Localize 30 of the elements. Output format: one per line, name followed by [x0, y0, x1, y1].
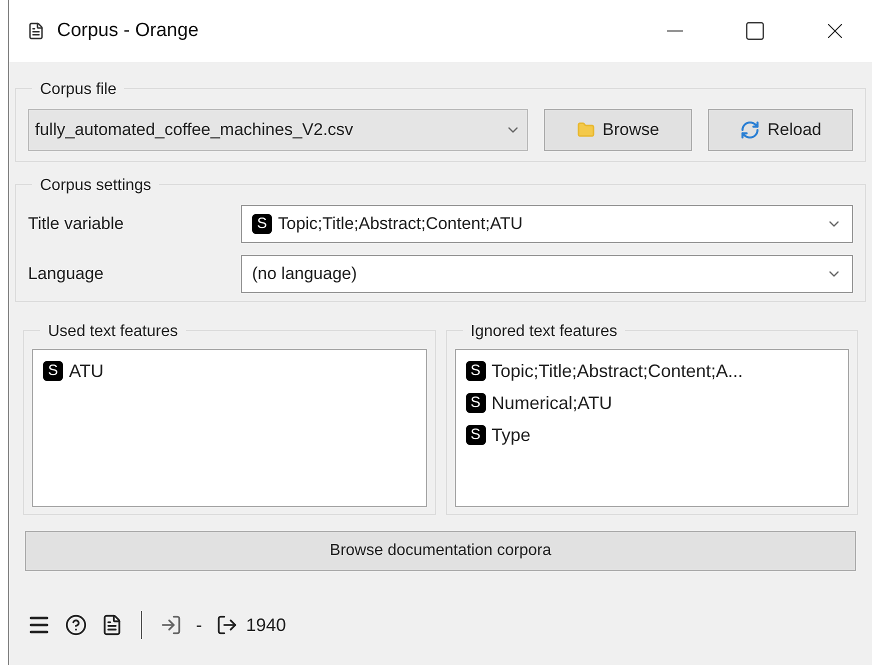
string-type-badge: S — [466, 361, 486, 381]
report-icon[interactable] — [101, 614, 123, 636]
field-label: Language — [28, 263, 105, 286]
feature-list[interactable]: S ATU — [32, 349, 426, 507]
file-combobox[interactable]: fully_automated_coffee_machines_V2.csv — [28, 109, 528, 151]
maximize-icon[interactable] — [744, 20, 766, 42]
app-icon — [27, 22, 45, 40]
string-type-badge: S — [43, 361, 63, 381]
help-icon[interactable] — [65, 614, 87, 636]
folder-icon — [576, 120, 595, 140]
string-type-badge: S — [466, 425, 486, 445]
feature-item[interactable]: S ATU — [43, 358, 416, 384]
feature-list[interactable]: S Topic;Title;Abstract;Content;A... S Numerical;ATU S Type — [454, 349, 849, 507]
dropdown[interactable]: (no language) — [241, 255, 853, 293]
output-icon — [216, 614, 238, 636]
string-type-badge: S — [466, 393, 486, 413]
feature-item[interactable]: S Numerical;ATU — [466, 390, 838, 416]
refresh-icon — [740, 120, 760, 140]
reload-button[interactable]: Reload — [708, 109, 853, 151]
browse-documentation-button[interactable]: Browse documentation corpora — [25, 531, 856, 571]
window-title: Corpus - Orange — [57, 18, 199, 43]
string-type-badge: S — [252, 214, 272, 234]
dropdown[interactable]: S Topic;Title;Abstract;Content;ATU — [241, 205, 853, 243]
feature-item[interactable]: S Topic;Title;Abstract;Content;A... — [466, 358, 838, 384]
output-summary: 1940 — [246, 614, 286, 636]
browse-button[interactable]: Browse — [544, 109, 692, 151]
input-summary: - — [196, 614, 202, 636]
field-label: Title variable — [28, 213, 125, 236]
feature-item[interactable]: S Type — [466, 422, 838, 448]
input-icon — [160, 614, 182, 636]
